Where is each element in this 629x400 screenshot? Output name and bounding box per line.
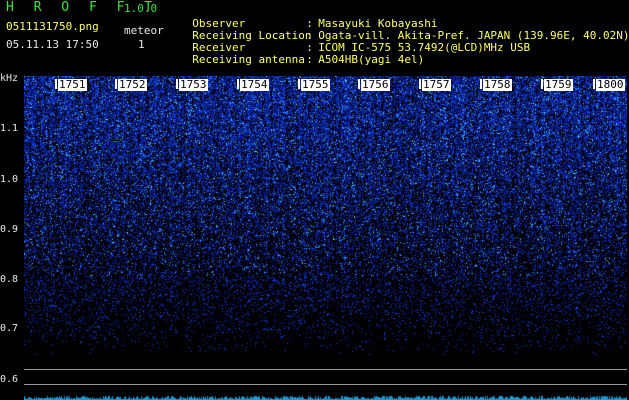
baseline-line	[24, 384, 627, 385]
y-tick-label: 0.6	[0, 374, 19, 385]
time-label: 1759	[544, 78, 573, 91]
timestamp: 05.11.13 17:50	[6, 38, 99, 51]
time-tick	[541, 79, 543, 89]
time-label: 1757	[422, 78, 451, 91]
time-tick	[298, 79, 300, 89]
time-label: 1756	[361, 78, 390, 91]
info-value: A504HB(yagi 4el)	[318, 53, 425, 66]
baseline-line	[24, 369, 627, 370]
time-label: 1758	[483, 78, 512, 91]
time-tick	[593, 79, 595, 89]
time-label: 1754	[240, 78, 269, 91]
time-label: 1751	[58, 78, 87, 91]
time-tick	[55, 79, 57, 89]
time-label: 1800	[596, 78, 625, 91]
spectrogram-canvas	[24, 76, 627, 400]
y-unit-label: kHz	[0, 73, 19, 84]
y-tick-label: 0.7	[0, 323, 19, 334]
y-tick-label: 0.8	[0, 274, 19, 285]
time-tick	[358, 79, 360, 89]
time-label: 1753	[179, 78, 208, 91]
info-sep: :	[306, 53, 313, 66]
spectrogram-image	[24, 76, 627, 400]
time-tick	[115, 79, 117, 89]
y-tick-label: 1.1	[0, 123, 19, 134]
meteor-label: meteor	[124, 24, 164, 37]
info-key: Receiving antenna	[192, 53, 305, 66]
time-label: 1755	[301, 78, 330, 91]
info-row-antenna: Receiving antenna: A504HB(yagi 4el)	[179, 40, 424, 66]
y-tick-label: 0.9	[0, 224, 19, 235]
time-tick	[419, 79, 421, 89]
time-tick	[237, 79, 239, 89]
file-name: 0511131750.png	[6, 20, 99, 33]
app-version: 1.0.0	[124, 2, 158, 15]
time-tick	[176, 79, 178, 89]
y-tick-label: 1.0	[0, 174, 19, 185]
time-tick	[480, 79, 482, 89]
meteor-count: 1	[138, 38, 145, 51]
time-label: 1752	[118, 78, 147, 91]
